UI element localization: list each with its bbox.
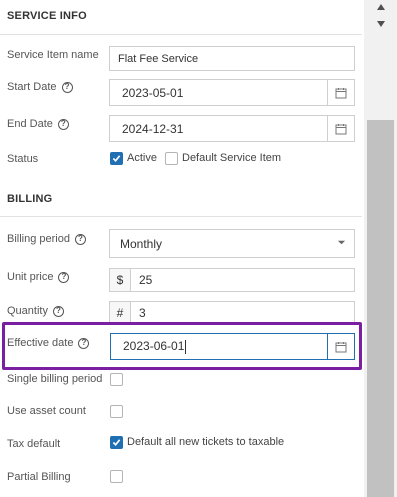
service-form-panel: SERVICE INFO Service Item name Flat Fee … bbox=[0, 0, 362, 497]
effective-date-label-text: Effective date bbox=[7, 337, 74, 349]
question-circle-icon[interactable]: ? bbox=[74, 233, 86, 245]
calendar-icon[interactable] bbox=[327, 334, 354, 359]
service-item-name-value: Flat Fee Service bbox=[118, 52, 199, 65]
billing-period-label: Billing period ? bbox=[7, 233, 86, 245]
single-billing-period-label: Single billing period bbox=[7, 373, 102, 385]
service-item-name-label-text: Service Item name bbox=[7, 49, 99, 61]
quantity-prefix: # bbox=[110, 302, 131, 324]
start-date-value: 2023-05-01 bbox=[122, 85, 184, 100]
start-date-input[interactable]: 2023-05-01 bbox=[109, 79, 355, 106]
end-date-label-text: End Date bbox=[7, 118, 53, 130]
effective-date-text: 2023-06-01 bbox=[123, 339, 185, 354]
tax-default-checkbox-label: Default all new tickets to taxable bbox=[127, 436, 285, 448]
question-circle-icon[interactable]: ? bbox=[61, 81, 73, 93]
active-checkbox[interactable] bbox=[110, 152, 123, 165]
active-checkbox-label: Active bbox=[127, 152, 157, 164]
unit-price-input[interactable]: $ 25 bbox=[109, 268, 355, 292]
use-asset-count-label: Use asset count bbox=[7, 405, 86, 417]
use-asset-count-checkbox[interactable] bbox=[110, 405, 123, 418]
start-date-label: Start Date ? bbox=[7, 81, 73, 93]
scroll-up-icon[interactable] bbox=[374, 0, 387, 13]
service-item-name-label: Service Item name bbox=[7, 49, 99, 61]
currency-prefix: $ bbox=[110, 269, 131, 291]
partial-billing-label-text: Partial Billing bbox=[7, 471, 71, 483]
billing-heading: BILLING bbox=[7, 193, 53, 205]
end-date-label: End Date ? bbox=[7, 118, 69, 130]
question-circle-icon[interactable]: ? bbox=[78, 337, 90, 349]
calendar-icon[interactable] bbox=[327, 80, 354, 105]
tax-default-label: Tax default bbox=[7, 438, 60, 450]
unit-price-label: Unit price ? bbox=[7, 271, 70, 283]
service-info-heading: SERVICE INFO bbox=[7, 10, 87, 22]
tax-default-checkbox[interactable] bbox=[110, 436, 123, 449]
divider bbox=[0, 216, 362, 217]
checkmark-icon bbox=[112, 439, 121, 446]
billing-period-select[interactable]: Monthly bbox=[109, 229, 355, 258]
tax-default-label-text: Tax default bbox=[7, 438, 61, 450]
billing-period-value: Monthly bbox=[120, 236, 163, 251]
scroll-thumb[interactable] bbox=[367, 120, 394, 497]
unit-price-label-text: Unit price bbox=[7, 271, 54, 283]
use-asset-count-label-text: Use asset count bbox=[7, 405, 86, 417]
chevron-down-icon bbox=[337, 240, 346, 245]
start-date-label-text: Start Date bbox=[7, 81, 57, 93]
checkmark-icon bbox=[112, 155, 121, 162]
unit-price-value: 25 bbox=[139, 273, 153, 287]
end-date-input[interactable]: 2024-12-31 bbox=[109, 115, 355, 142]
divider bbox=[0, 34, 362, 35]
question-circle-icon[interactable]: ? bbox=[52, 305, 64, 317]
text-cursor bbox=[185, 339, 187, 354]
default-service-item-checkbox[interactable] bbox=[165, 152, 178, 165]
partial-billing-label: Partial Billing bbox=[7, 471, 71, 483]
billing-period-label-text: Billing period bbox=[7, 233, 70, 245]
end-date-value: 2024-12-31 bbox=[122, 121, 184, 136]
partial-billing-checkbox[interactable] bbox=[110, 470, 123, 483]
status-label: Status bbox=[7, 153, 38, 165]
vertical-scrollbar[interactable] bbox=[364, 0, 397, 497]
status-label-text: Status bbox=[7, 153, 39, 165]
default-service-item-label: Default Service Item bbox=[182, 152, 282, 164]
calendar-icon[interactable] bbox=[327, 116, 354, 141]
quantity-value: 3 bbox=[139, 306, 146, 320]
service-item-name-input[interactable]: Flat Fee Service bbox=[109, 46, 355, 71]
effective-date-value: 2023-06-01 bbox=[111, 339, 327, 354]
quantity-label: Quantity ? bbox=[7, 305, 64, 317]
effective-date-label: Effective date ? bbox=[7, 337, 90, 349]
question-circle-icon[interactable]: ? bbox=[58, 271, 70, 283]
quantity-label-text: Quantity bbox=[7, 305, 48, 317]
effective-date-input[interactable]: 2023-06-01 bbox=[110, 333, 355, 360]
single-billing-period-checkbox[interactable] bbox=[110, 373, 123, 386]
scroll-down-icon[interactable] bbox=[374, 17, 387, 30]
question-circle-icon[interactable]: ? bbox=[57, 118, 69, 130]
quantity-input[interactable]: # 3 bbox=[109, 301, 355, 325]
single-billing-period-label-text: Single billing period bbox=[7, 373, 103, 385]
